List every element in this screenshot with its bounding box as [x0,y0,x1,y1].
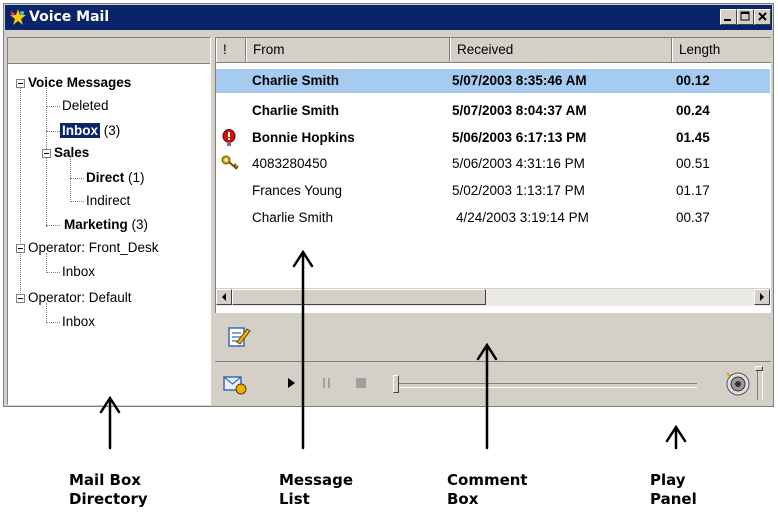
comment-box-arrow [476,342,498,450]
mailbox-directory-arrow [99,395,121,450]
play-panel-arrow [665,424,687,450]
callout-line: Comment [447,471,528,489]
callout-line: Panel [650,490,697,508]
callout-line: List [279,490,310,508]
callout-line: Directory [69,490,148,508]
callout-play-panel: Play Panel [650,471,697,509]
callout-line: Message [279,471,353,489]
message-list-arrow [292,249,314,450]
callout-mailbox-directory: Mail Box Directory [69,471,148,509]
callout-line: Mail Box [69,471,141,489]
callout-line: Play [650,471,686,489]
callout-arrows [99,249,687,450]
callout-message-list: Message List [279,471,353,509]
callout-comment-box: Comment Box [447,471,528,509]
callout-line: Box [447,490,479,508]
